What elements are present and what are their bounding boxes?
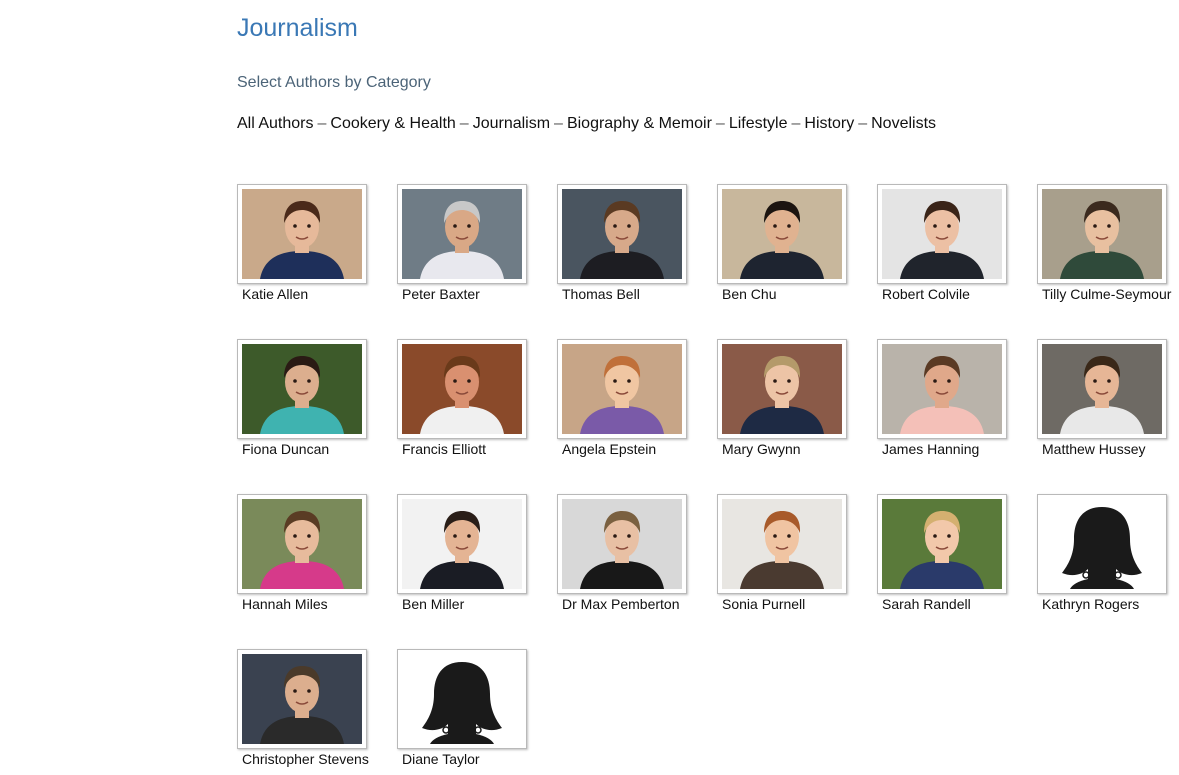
author-card-sarah-randell[interactable]: Sarah Randell [877, 494, 1027, 624]
author-photo-frame[interactable] [1037, 339, 1167, 439]
author-name-link[interactable]: Angela Epstein [562, 441, 656, 457]
author-name-link[interactable]: Mary Gwynn [722, 441, 801, 457]
author-photo[interactable] [242, 654, 362, 744]
author-photo-frame[interactable] [557, 494, 687, 594]
author-photo-frame[interactable] [397, 494, 527, 594]
author-photo-frame[interactable] [717, 339, 847, 439]
author-name-link[interactable]: Thomas Bell [562, 286, 640, 302]
author-photo[interactable] [882, 344, 1002, 434]
author-name-link[interactable]: Francis Elliott [402, 441, 486, 457]
author-photo-frame[interactable] [237, 494, 367, 594]
author-photo-frame[interactable] [1037, 494, 1167, 594]
author-card-diane-taylor[interactable]: Diane Taylor [397, 649, 547, 775]
author-name-link[interactable]: Christopher Stevens [242, 751, 369, 767]
author-name-link[interactable]: Tilly Culme-Seymour [1042, 286, 1171, 302]
author-name-link[interactable]: Ben Miller [402, 596, 464, 612]
author-card-mary-gwynn[interactable]: Mary Gwynn [717, 339, 867, 469]
category-separator: – [317, 115, 327, 132]
placeholder-silhouette-icon[interactable] [402, 654, 522, 744]
author-card-christopher-stevens[interactable]: Christopher Stevens [237, 649, 387, 775]
author-photo[interactable] [242, 344, 362, 434]
author-name-link[interactable]: Diane Taylor [402, 751, 480, 767]
author-photo-frame[interactable] [877, 494, 1007, 594]
author-photo-frame[interactable] [717, 184, 847, 284]
author-photo-frame[interactable] [397, 339, 527, 439]
author-name-link[interactable]: Peter Baxter [402, 286, 480, 302]
author-name-link[interactable]: Sarah Randell [882, 596, 971, 612]
author-photo[interactable] [722, 344, 842, 434]
author-photo[interactable] [562, 344, 682, 434]
author-photo-frame[interactable] [1037, 184, 1167, 284]
author-photo[interactable] [1042, 344, 1162, 434]
category-separator: – [554, 115, 563, 132]
author-photo-frame[interactable] [237, 649, 367, 749]
author-photo[interactable] [562, 189, 682, 279]
author-card-thomas-bell[interactable]: Thomas Bell [557, 184, 707, 314]
category-separator: – [791, 115, 801, 132]
author-card-hannah-miles[interactable]: Hannah Miles [237, 494, 387, 624]
author-card-fiona-duncan[interactable]: Fiona Duncan [237, 339, 387, 469]
category-separator: – [715, 115, 725, 132]
category-link-lifestyle[interactable]: Lifestyle [729, 115, 788, 132]
author-photo[interactable] [402, 189, 522, 279]
category-link-all-authors[interactable]: All Authors [237, 115, 313, 132]
category-separator: – [459, 115, 469, 132]
author-card-james-hanning[interactable]: James Hanning [877, 339, 1027, 469]
author-name-link[interactable]: Hannah Miles [242, 596, 328, 612]
author-card-angela-epstein[interactable]: Angela Epstein [557, 339, 707, 469]
page-title: Journalism [237, 14, 358, 42]
author-card-tilly-culme-seymour[interactable]: Tilly Culme-Seymour [1037, 184, 1179, 314]
category-link-history[interactable]: History [804, 115, 854, 132]
author-photo[interactable] [722, 189, 842, 279]
author-card-dr-max-pemberton[interactable]: Dr Max Pemberton [557, 494, 707, 624]
author-name-link[interactable]: James Hanning [882, 441, 979, 457]
author-card-katie-allen[interactable]: Katie Allen [237, 184, 387, 314]
author-photo-frame[interactable] [397, 649, 527, 749]
author-photo[interactable] [242, 499, 362, 589]
category-link-biography-memoir[interactable]: Biography & Memoir [567, 115, 712, 132]
author-card-kathryn-rogers[interactable]: Kathryn Rogers [1037, 494, 1179, 624]
author-card-ben-chu[interactable]: Ben Chu [717, 184, 867, 314]
author-card-ben-miller[interactable]: Ben Miller [397, 494, 547, 624]
author-photo-frame[interactable] [557, 339, 687, 439]
author-photo-frame[interactable] [237, 184, 367, 284]
author-card-peter-baxter[interactable]: Peter Baxter [397, 184, 547, 314]
category-link-journalism[interactable]: Journalism [473, 115, 550, 132]
author-photo[interactable] [882, 499, 1002, 589]
author-name-link[interactable]: Dr Max Pemberton [562, 596, 679, 612]
author-photo[interactable] [402, 344, 522, 434]
author-photo[interactable] [1042, 189, 1162, 279]
category-separator: – [858, 115, 868, 132]
category-link-novelists[interactable]: Novelists [871, 115, 936, 132]
author-photo-frame[interactable] [717, 494, 847, 594]
author-photo-frame[interactable] [877, 184, 1007, 284]
author-name-link[interactable]: Matthew Hussey [1042, 441, 1145, 457]
category-nav: All Authors – Cookery & Health – Journalism –… [237, 115, 936, 133]
author-photo-frame[interactable] [877, 339, 1007, 439]
author-name-link[interactable]: Sonia Purnell [722, 596, 805, 612]
author-photo[interactable] [562, 499, 682, 589]
author-photo-frame[interactable] [557, 184, 687, 284]
author-card-matthew-hussey[interactable]: Matthew Hussey [1037, 339, 1179, 469]
category-link-cookery-health[interactable]: Cookery & Health [330, 115, 455, 132]
author-photo-frame[interactable] [237, 339, 367, 439]
author-card-francis-elliott[interactable]: Francis Elliott [397, 339, 547, 469]
author-name-link[interactable]: Katie Allen [242, 286, 308, 302]
author-photo-frame[interactable] [397, 184, 527, 284]
author-photo[interactable] [402, 499, 522, 589]
author-name-link[interactable]: Fiona Duncan [242, 441, 329, 457]
category-heading: Select Authors by Category [237, 74, 431, 91]
author-photo[interactable] [242, 189, 362, 279]
author-name-link[interactable]: Ben Chu [722, 286, 776, 302]
author-card-robert-colvile[interactable]: Robert Colvile [877, 184, 1027, 314]
author-photo[interactable] [722, 499, 842, 589]
author-name-link[interactable]: Kathryn Rogers [1042, 596, 1139, 612]
author-name-link[interactable]: Robert Colvile [882, 286, 970, 302]
author-card-sonia-purnell[interactable]: Sonia Purnell [717, 494, 867, 624]
placeholder-silhouette-icon[interactable] [1042, 499, 1162, 589]
author-photo[interactable] [882, 189, 1002, 279]
